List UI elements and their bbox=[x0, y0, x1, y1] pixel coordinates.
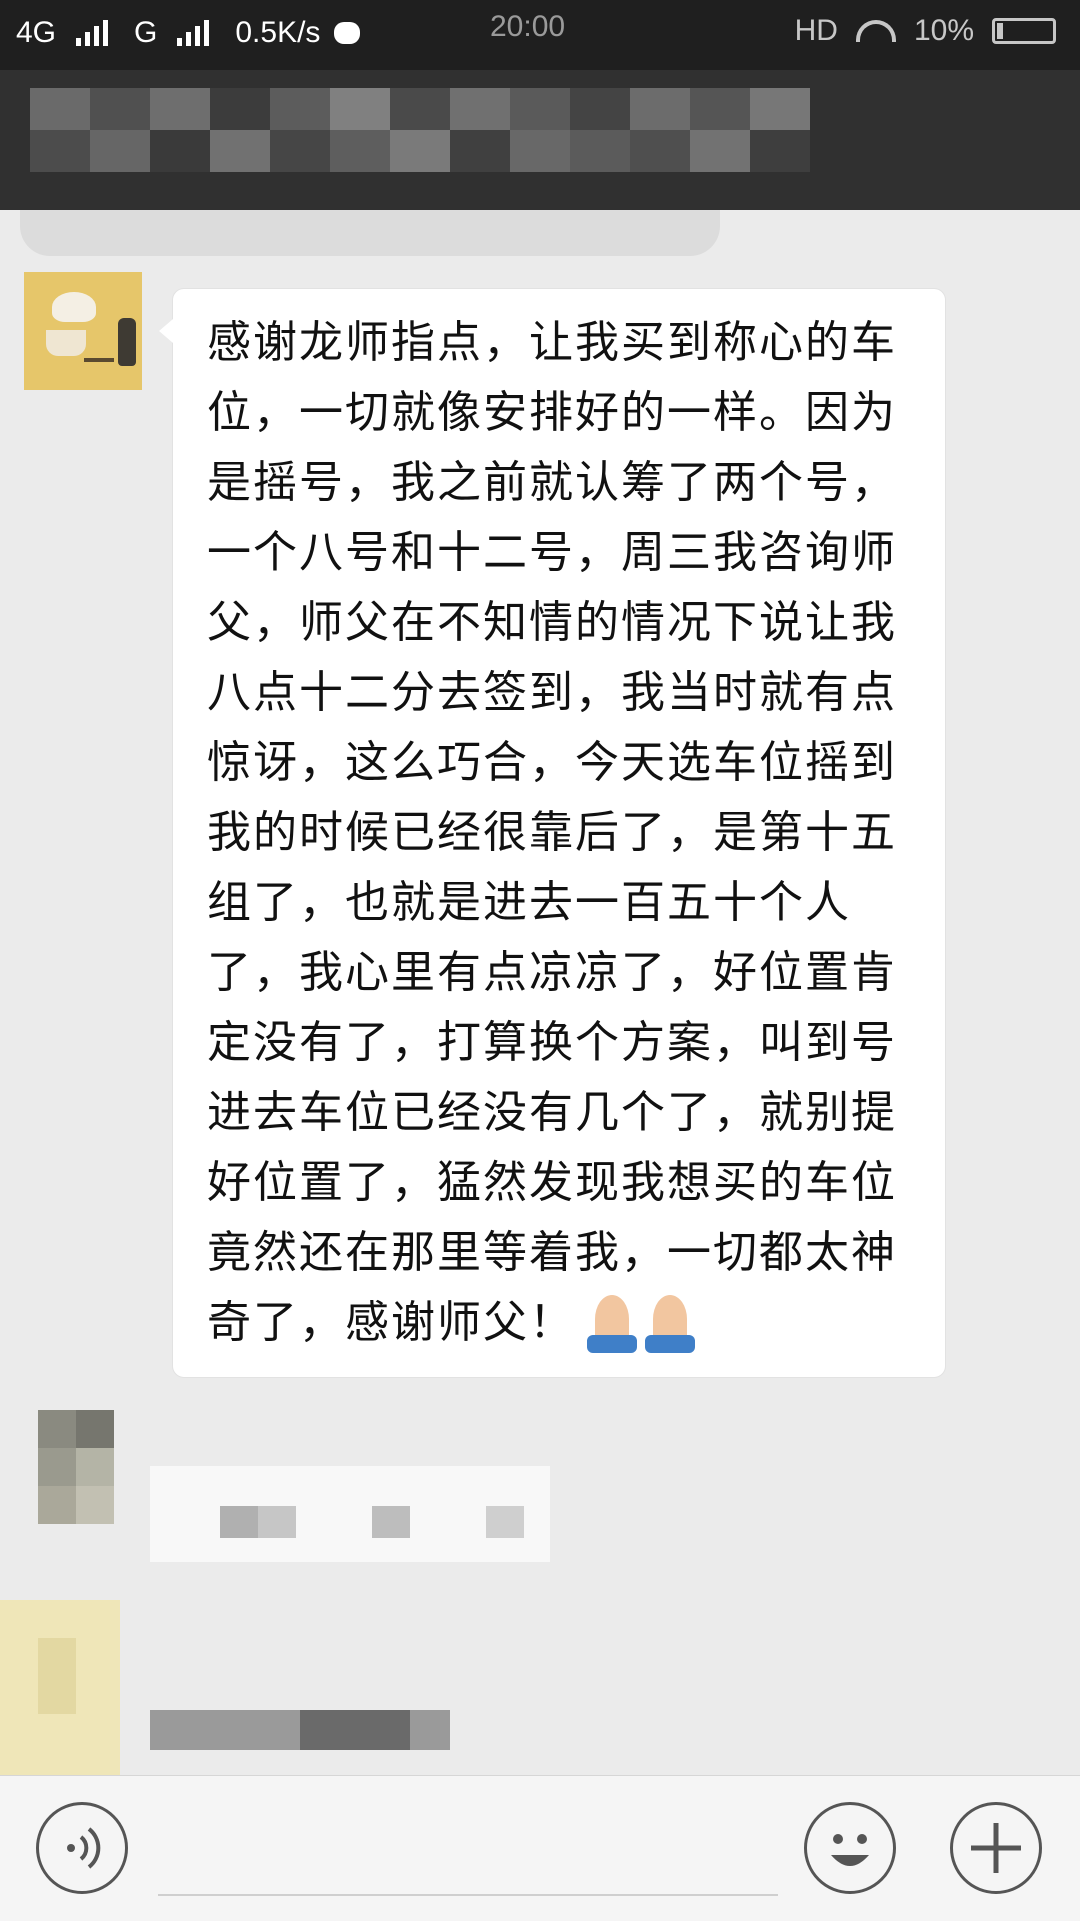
smiley-icon bbox=[831, 1834, 869, 1866]
message-line: 我的时候已经很靠后了，是第十五 bbox=[207, 807, 897, 858]
emoji-button[interactable] bbox=[804, 1802, 896, 1894]
folded-hands-emoji-icon bbox=[585, 1295, 697, 1355]
more-button[interactable] bbox=[950, 1802, 1042, 1894]
sender-avatar[interactable] bbox=[24, 272, 142, 390]
status-left: 4G G 0.5K/s bbox=[16, 16, 361, 50]
chat-title-bar bbox=[0, 70, 1080, 210]
battery-percent: 10% bbox=[913, 14, 974, 47]
message-line: 父，师父在不知情的情况下说让我 bbox=[207, 597, 897, 648]
avatar-cup-shape bbox=[46, 330, 86, 356]
voice-button[interactable] bbox=[36, 1802, 128, 1894]
message-line: 进去车位已经没有几个了，就别提 bbox=[207, 1087, 897, 1138]
voice-icon bbox=[67, 1827, 101, 1869]
message-line: 竟然还在那里等着我，一切都太神 bbox=[207, 1227, 897, 1278]
signal-icon bbox=[76, 20, 109, 46]
message-line: 组了，也就是进去一百五十个人 bbox=[207, 877, 851, 928]
network-type-g: G bbox=[134, 16, 158, 49]
avatar-cap-shape bbox=[52, 292, 96, 322]
hd-label: HD bbox=[794, 14, 838, 47]
message-line: 感谢龙师指点，让我买到称心的车 bbox=[207, 317, 897, 368]
status-bar: 4G G 0.5K/s 20:00 HD 10% bbox=[0, 0, 1080, 70]
notification-icon bbox=[334, 22, 361, 44]
message-line: 了，我心里有点凉凉了，好位置肯 bbox=[207, 947, 897, 998]
signal-icon-2 bbox=[177, 20, 210, 46]
message-line: 惊讶，这么巧合，今天选车位摇到 bbox=[207, 737, 897, 788]
plus-icon bbox=[971, 1823, 1021, 1873]
battery-icon bbox=[992, 18, 1056, 44]
message-line: 定没有了，打算换个方案，叫到号 bbox=[207, 1017, 897, 1068]
network-speed: 0.5K/s bbox=[235, 16, 321, 49]
message-line: 是摇号，我之前就认筹了两个号， bbox=[207, 457, 897, 508]
pixelated-strip bbox=[20, 210, 720, 256]
message-last-line: 奇了，感谢师父！ bbox=[207, 1295, 697, 1355]
network-type-4g: 4G bbox=[16, 16, 57, 49]
message-line: 一个八号和十二号，周三我咨询师 bbox=[207, 527, 897, 578]
message-input[interactable] bbox=[158, 1894, 778, 1896]
pixelated-message bbox=[0, 1410, 600, 1775]
message-bubble[interactable]: 感谢龙师指点，让我买到称心的车 位，一切就像安排好的一样。因为 是摇号，我之前就… bbox=[159, 288, 946, 1378]
input-bar bbox=[0, 1775, 1080, 1921]
wifi-icon bbox=[855, 20, 896, 42]
status-right: HD 10% bbox=[795, 14, 1056, 48]
chat-area: 感谢龙师指点，让我买到称心的车 位，一切就像安排好的一样。因为 是摇号，我之前就… bbox=[0, 210, 1080, 1775]
pixelated-title bbox=[30, 88, 830, 172]
message-line: 八点十二分去签到，我当时就有点 bbox=[207, 667, 897, 718]
message-line: 好位置了，猛然发现我想买的车位 bbox=[207, 1157, 897, 1208]
status-time: 20:00 bbox=[490, 10, 566, 43]
message-line: 位，一切就像安排好的一样。因为 bbox=[207, 387, 897, 438]
message-line: 奇了，感谢师父！ bbox=[207, 1297, 575, 1348]
avatar-bottle-shape bbox=[118, 318, 136, 366]
avatar-cable-shape bbox=[84, 358, 114, 362]
